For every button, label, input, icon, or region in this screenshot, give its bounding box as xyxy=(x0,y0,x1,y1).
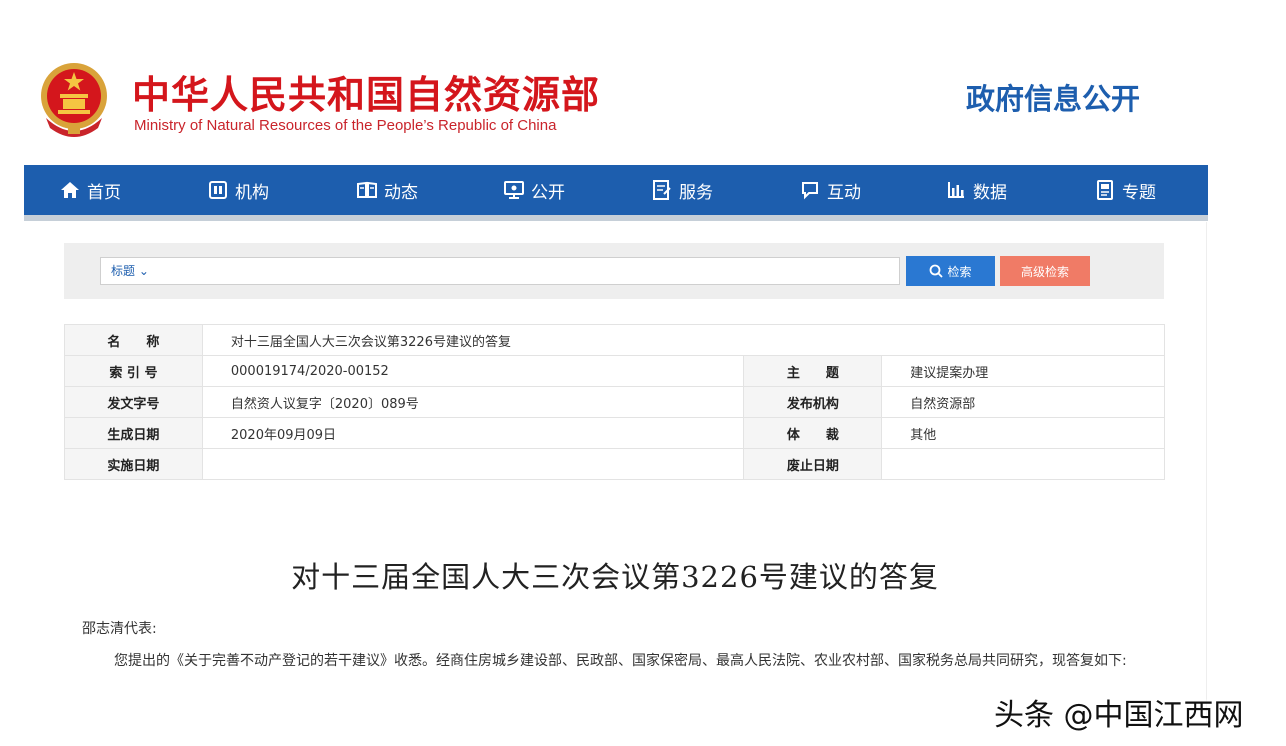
org-icon xyxy=(209,181,227,199)
gov-info-title[interactable]: 政府信息公开 xyxy=(966,76,1140,118)
genre-label: 体 裁 xyxy=(743,417,883,449)
index-label: 索 引 号 xyxy=(64,355,203,387)
nav-item-label: 数据 xyxy=(973,182,1007,203)
chevron-down-icon: ⌄ xyxy=(138,264,149,278)
search-button[interactable]: 检索 xyxy=(906,256,995,286)
service-icon xyxy=(653,180,671,200)
docno-label: 发文字号 xyxy=(64,386,203,418)
disclosure-icon xyxy=(504,181,524,199)
nav-item-interaction[interactable]: 互动 xyxy=(800,165,861,215)
advanced-search-button[interactable]: 高级检索 xyxy=(1000,256,1090,286)
search-field-label: 标题 xyxy=(111,264,136,278)
nav-item-label: 动态 xyxy=(384,182,418,203)
news-icon xyxy=(357,181,377,198)
advanced-search-label: 高级检索 xyxy=(1020,264,1069,279)
nav-item-label: 机构 xyxy=(235,182,269,203)
name-label: 名 称 xyxy=(64,324,203,356)
table-row: 实施日期 废止日期 xyxy=(64,448,1165,480)
national-emblem-icon xyxy=(41,63,107,137)
site-header: 中华人民共和国自然资源部 Ministry of Natural Resourc… xyxy=(0,0,1286,165)
nav-item-news[interactable]: 动态 xyxy=(357,165,418,215)
created-date-value: 2020年09月09日 xyxy=(201,417,745,449)
docno-value: 自然资人议复字〔2020〕089号 xyxy=(201,386,745,418)
effective-date-label: 实施日期 xyxy=(64,448,203,480)
chart-icon xyxy=(948,182,964,198)
issuer-value: 自然资源部 xyxy=(881,386,1165,418)
search-field-dropdown[interactable]: 标题 ⌄ xyxy=(111,258,149,284)
nav-item-label: 互动 xyxy=(827,182,861,203)
search-box: 标题 ⌄ xyxy=(100,257,900,285)
topic-icon xyxy=(1097,180,1113,200)
main-nav: 首页 机构 动态 公开 服务 互动 数据 专题 xyxy=(24,165,1208,221)
nav-item-topic[interactable]: 专题 xyxy=(1095,165,1156,215)
source-watermark: 头条 @中国江西网 xyxy=(994,698,1244,733)
created-date-label: 生成日期 xyxy=(64,417,203,449)
site-name[interactable]: 中华人民共和国自然资源部 xyxy=(132,64,600,119)
index-value: 000019174/2020-00152 xyxy=(201,355,745,387)
table-row: 名 称 对十三届全国人大三次会议第3226号建议的答复 xyxy=(64,324,1166,356)
table-row: 索 引 号 000019174/2020-00152 主 题 建议提案办理 xyxy=(64,355,1165,387)
article-title: 对十三届全国人大三次会议第3226号建议的答复 xyxy=(291,560,939,594)
article-salutation: 邵志清代表: xyxy=(82,621,157,637)
nav-item-disclosure[interactable]: 公开 xyxy=(504,165,565,215)
table-row: 发文字号 自然资人议复字〔2020〕089号 发布机构 自然资源部 xyxy=(64,386,1165,418)
nav-item-service[interactable]: 服务 xyxy=(652,165,713,215)
home-icon xyxy=(61,182,79,198)
effective-date-value xyxy=(201,448,745,480)
expire-date-label: 废止日期 xyxy=(743,448,883,480)
article-paragraph: 您提出的《关于完善不动产登记的若干建议》收悉。经商住房城乡建设部、民政部、国家保… xyxy=(114,653,1127,669)
nav-item-home[interactable]: 首页 xyxy=(60,165,121,215)
search-input[interactable] xyxy=(161,260,885,284)
content-border xyxy=(1206,222,1207,722)
topic-label: 主 题 xyxy=(743,355,883,387)
expire-date-value xyxy=(881,448,1165,480)
genre-value: 其他 xyxy=(881,417,1165,449)
name-value: 对十三届全国人大三次会议第3226号建议的答复 xyxy=(201,324,1166,356)
search-panel: 标题 ⌄ 检索 高级检索 xyxy=(64,243,1164,299)
nav-item-data[interactable]: 数据 xyxy=(946,165,1007,215)
nav-item-label: 首页 xyxy=(87,182,121,203)
site-name-english: Ministry of Natural Resources of the Peo… xyxy=(134,117,557,134)
table-row: 生成日期 2020年09月09日 体 裁 其他 xyxy=(64,417,1165,449)
document-metadata-table: 名 称 对十三届全国人大三次会议第3226号建议的答复 索 引 号 000019… xyxy=(64,324,1166,480)
search-button-label: 检索 xyxy=(947,264,972,279)
issuer-label: 发布机构 xyxy=(743,386,883,418)
nav-item-org[interactable]: 机构 xyxy=(208,165,269,215)
topic-value: 建议提案办理 xyxy=(881,355,1165,387)
nav-item-label: 专题 xyxy=(1122,182,1156,203)
nav-item-label: 服务 xyxy=(679,182,713,203)
search-icon xyxy=(930,264,944,278)
chat-icon xyxy=(802,182,818,200)
nav-item-label: 公开 xyxy=(531,182,565,203)
